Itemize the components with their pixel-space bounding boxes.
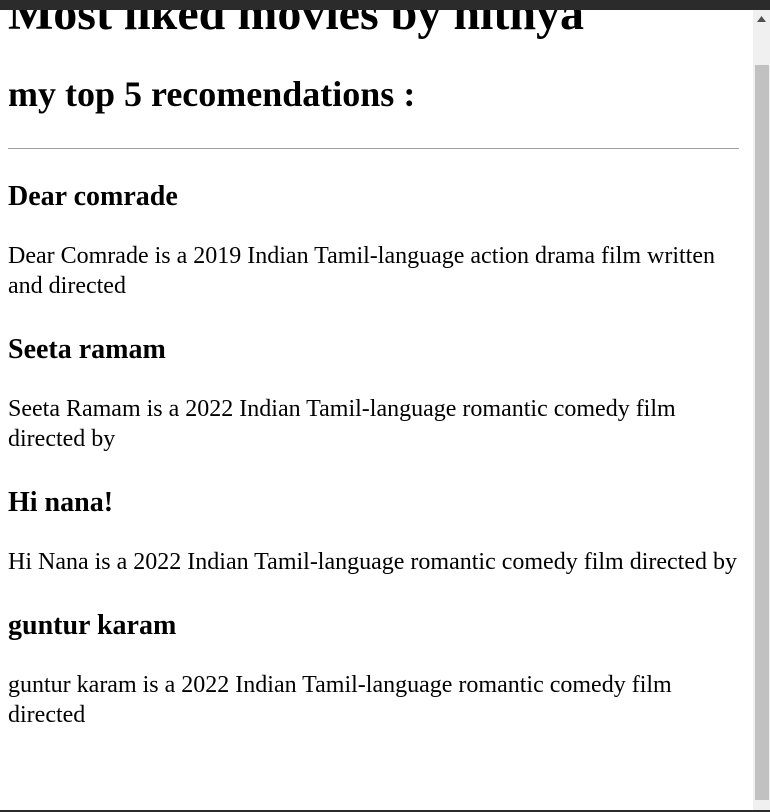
window-top-edge (0, 0, 770, 10)
movie-description: Seeta Ramam is a 2022 Indian Tamil-langu… (8, 396, 676, 452)
divider (8, 148, 739, 149)
page-viewport: Most liked movies by nithya my top 5 rec… (0, 10, 753, 810)
movie-description: guntur karam is a 2022 Indian Tamil-lang… (8, 672, 672, 728)
page-content: Most liked movies by nithya my top 5 rec… (8, 10, 739, 730)
movie-description: Dear Comrade is a 2019 Indian Tamil-lang… (8, 243, 715, 299)
movie-title: Hi nana! (8, 487, 114, 518)
movie-description: Hi Nana is a 2022 Indian Tamil-language … (8, 549, 737, 575)
movie-title: guntur karam (8, 610, 177, 641)
page-subtitle: my top 5 recomendations : (8, 74, 416, 114)
chevron-up-icon[interactable] (753, 10, 770, 27)
movie-title: Dear comrade (8, 181, 178, 212)
page-title: Most liked movies by nithya (8, 10, 585, 40)
scrollbar-thumb[interactable] (755, 65, 769, 800)
movie-title: Seeta ramam (8, 334, 166, 365)
browser-window: Most liked movies by nithya my top 5 rec… (0, 0, 770, 812)
vertical-scrollbar[interactable] (753, 10, 770, 810)
